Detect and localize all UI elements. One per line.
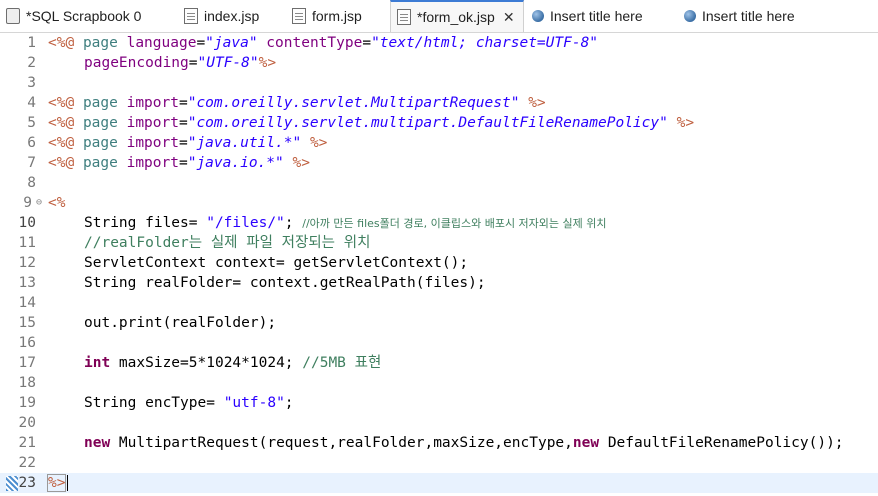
code-text: out.print(realFolder);	[84, 315, 277, 331]
line-number: 4	[27, 95, 36, 111]
line-number: 14	[18, 295, 36, 311]
code-line: 12 ServletContext context= getServletCon…	[0, 253, 878, 273]
line-number: 8	[27, 175, 36, 191]
tab-label: Insert title here	[550, 8, 643, 24]
code-text: new MultipartRequest(request,realFolder,…	[84, 435, 844, 451]
code-line: 18	[0, 373, 878, 393]
line-number: 23	[18, 475, 36, 491]
code-text: pageEncoding="UTF-8"%>	[84, 55, 277, 71]
line-number: 3	[27, 75, 36, 91]
tab-label: *form_ok.jsp	[417, 9, 495, 25]
line-number: 19	[18, 395, 36, 411]
line-number: 7	[27, 155, 36, 171]
tab-label: index.jsp	[204, 8, 260, 24]
tab-label: *SQL Scrapbook 0	[26, 8, 142, 24]
code-text: String encType= "utf-8";	[84, 395, 294, 411]
line-number: 9	[23, 195, 32, 211]
tab-insert-title-2[interactable]: Insert title here	[684, 0, 795, 32]
editor-tab-bar: *SQL Scrapbook 0 index.jsp form.jsp *for…	[0, 0, 878, 33]
line-number: 12	[18, 255, 36, 271]
code-line: 9 ⊖ <%	[0, 193, 878, 213]
line-number: 2	[27, 55, 36, 71]
text-cursor	[67, 475, 68, 491]
close-icon[interactable]: ✕	[503, 9, 515, 26]
line-number: 6	[27, 135, 36, 151]
code-line: 20	[0, 413, 878, 433]
code-line: 6 <%@ page import="java.util.*" %>	[0, 133, 878, 153]
code-line: 19 String encType= "utf-8";	[0, 393, 878, 413]
tab-index-jsp[interactable]: index.jsp	[184, 0, 259, 32]
tab-form-ok-jsp[interactable]: *form_ok.jsp ✕	[390, 0, 524, 32]
code-text: int maxSize=5*1024*1024; //5MB 표현	[84, 355, 382, 371]
line-number: 11	[18, 235, 36, 251]
tab-label: Insert title here	[702, 8, 795, 24]
line-number: 22	[18, 455, 36, 471]
current-code-line: 23 %>	[0, 473, 878, 493]
code-line: 17 int maxSize=5*1024*1024; //5MB 표현	[0, 353, 878, 373]
jsp-file-icon	[184, 8, 198, 24]
code-line: 8	[0, 173, 878, 193]
browser-globe-icon	[684, 10, 696, 22]
code-line: 4 <%@ page import="com.oreilly.servlet.M…	[0, 93, 878, 113]
code-text: //realFolder는 실제 파일 저장되는 위치	[84, 235, 371, 251]
code-line: 13 String realFolder= context.getRealPat…	[0, 273, 878, 293]
code-text: <%@ page import="com.oreilly.servlet.Mul…	[48, 95, 546, 111]
code-text: %>	[46, 474, 67, 492]
code-line: 3	[0, 73, 878, 93]
line-number: 18	[18, 375, 36, 391]
line-number: 21	[18, 435, 36, 451]
line-number: 5	[27, 115, 36, 131]
code-line: 14	[0, 293, 878, 313]
code-text: <%	[48, 195, 66, 211]
code-line: 11 //realFolder는 실제 파일 저장되는 위치	[0, 233, 878, 253]
tab-label: form.jsp	[312, 8, 362, 24]
line-number: 20	[18, 415, 36, 431]
line-number: 15	[18, 315, 36, 331]
fold-collapse-icon[interactable]: ⊖	[36, 193, 42, 213]
browser-globe-icon	[532, 10, 544, 22]
code-line: 15 out.print(realFolder);	[0, 313, 878, 333]
code-line: 10 String files= "/files/"; //아까 만든 file…	[0, 213, 878, 233]
tab-insert-title-1[interactable]: Insert title here	[532, 0, 643, 32]
sql-scrapbook-icon	[6, 8, 20, 24]
code-editor[interactable]: 1 <%@ page language="java" contentType="…	[0, 33, 878, 496]
code-text: <%@ page import="java.io.*" %>	[48, 155, 310, 171]
code-line: 16	[0, 333, 878, 353]
code-line: 5 <%@ page import="com.oreilly.servlet.m…	[0, 113, 878, 133]
code-text: ServletContext context= getServletContex…	[84, 255, 469, 271]
code-line: 1 <%@ page language="java" contentType="…	[0, 33, 878, 53]
jsp-file-icon	[292, 8, 306, 24]
line-number: 10	[18, 215, 36, 231]
line-number: 17	[18, 355, 36, 371]
code-text: String realFolder= context.getRealPath(f…	[84, 275, 486, 291]
tab-form-jsp[interactable]: form.jsp	[292, 0, 362, 32]
code-line: 2 pageEncoding="UTF-8"%>	[0, 53, 878, 73]
line-number: 13	[18, 275, 36, 291]
line-number: 16	[18, 335, 36, 351]
code-text: <%@ page import="java.util.*" %>	[48, 135, 328, 151]
code-text: <%@ page language="java" contentType="te…	[48, 35, 599, 51]
code-line: 7 <%@ page import="java.io.*" %>	[0, 153, 878, 173]
line-number: 1	[27, 35, 36, 51]
code-text: String files= "/files/"; //아까 만든 files폴더…	[84, 215, 607, 231]
tab-sql-scrapbook[interactable]: *SQL Scrapbook 0	[6, 0, 141, 32]
code-line: 21 new MultipartRequest(request,realFold…	[0, 433, 878, 453]
code-line: 22	[0, 453, 878, 473]
code-text: <%@ page import="com.oreilly.servlet.mul…	[48, 115, 695, 131]
jsp-file-icon	[397, 9, 411, 25]
